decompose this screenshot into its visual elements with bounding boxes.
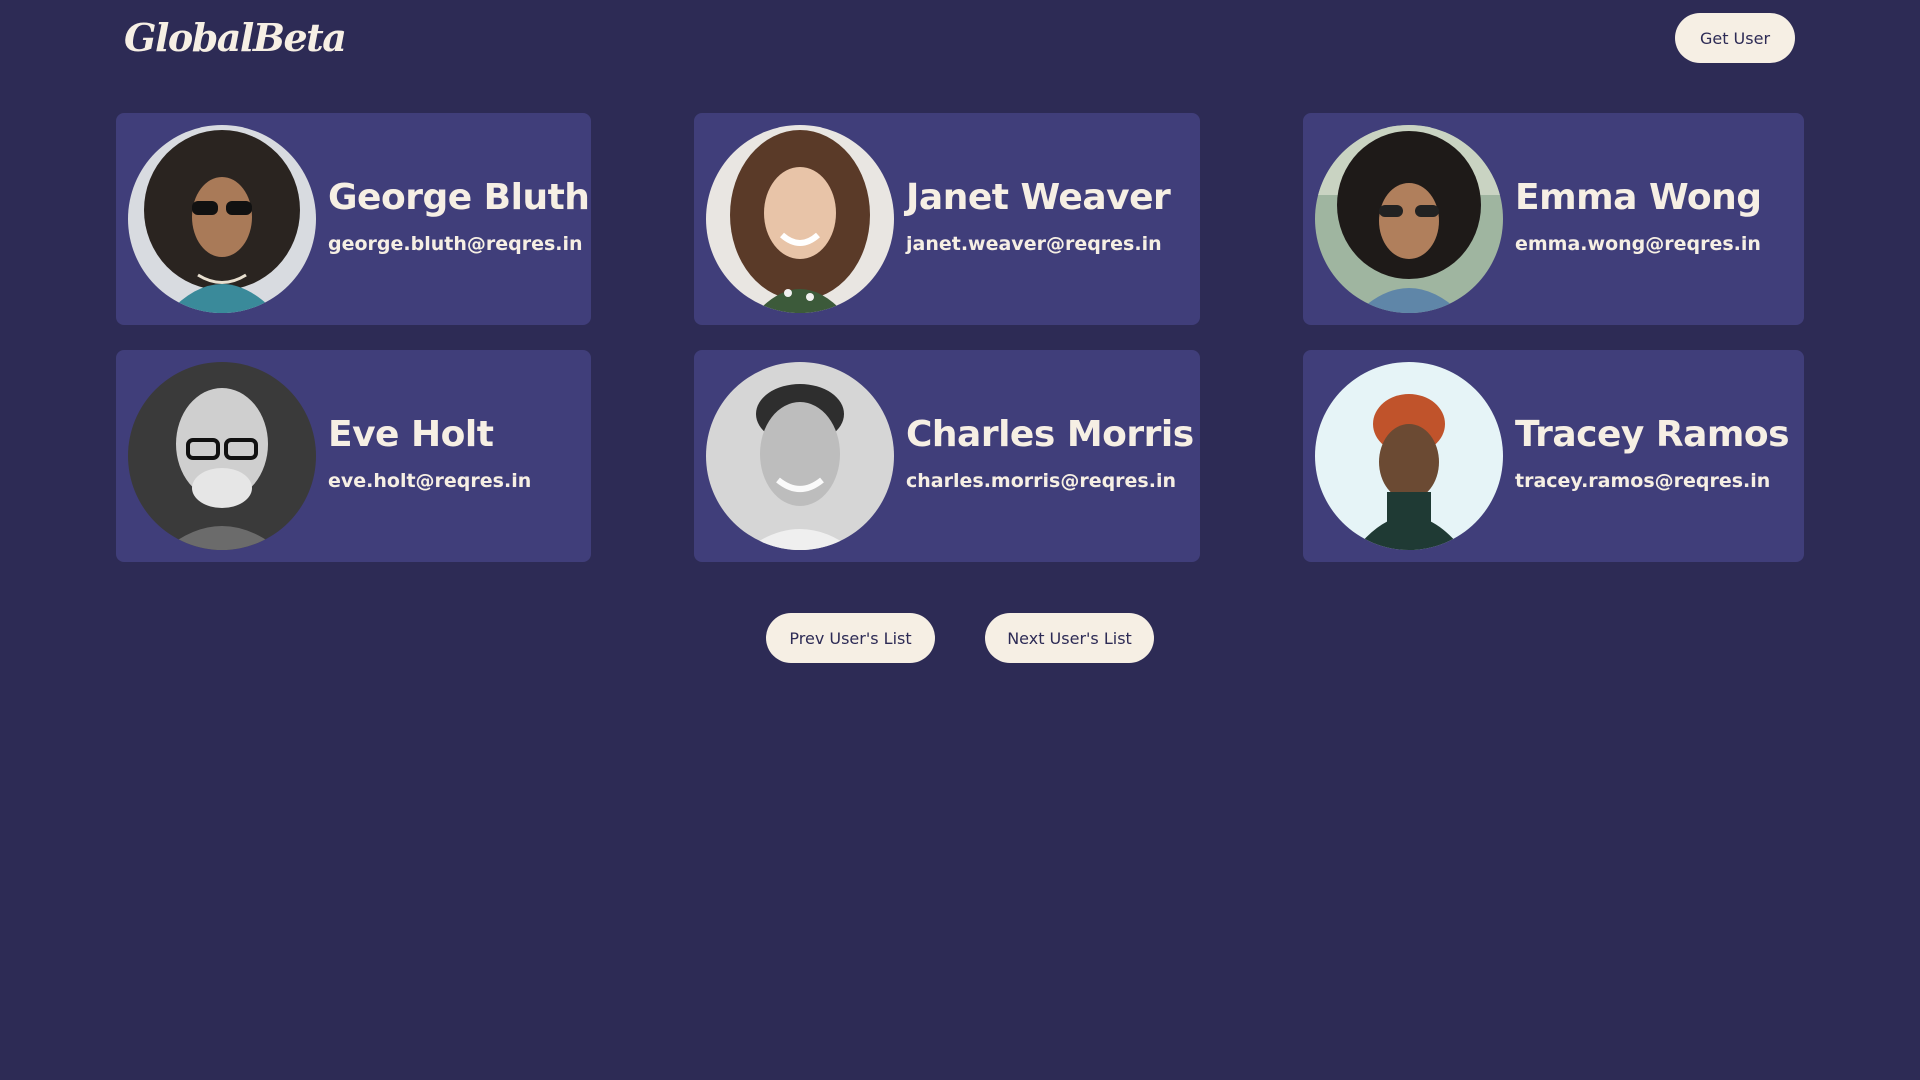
user-card: Charles Morris charles.morris@reqres.in bbox=[694, 350, 1200, 562]
user-name: Janet Weaver bbox=[906, 177, 1171, 218]
avatar bbox=[128, 362, 316, 550]
user-name: Emma Wong bbox=[1515, 177, 1762, 218]
user-name: George Bluth bbox=[328, 177, 590, 218]
user-card: Janet Weaver janet.weaver@reqres.in bbox=[694, 113, 1200, 325]
avatar bbox=[1315, 362, 1503, 550]
next-users-button[interactable]: Next User's List bbox=[985, 613, 1154, 663]
user-email: charles.morris@reqres.in bbox=[906, 470, 1176, 492]
avatar bbox=[128, 125, 316, 313]
user-email: george.bluth@reqres.in bbox=[328, 233, 583, 255]
avatar bbox=[706, 125, 894, 313]
user-card: Eve Holt eve.holt@reqres.in bbox=[116, 350, 591, 562]
avatar bbox=[1315, 125, 1503, 313]
get-user-button[interactable]: Get User bbox=[1675, 13, 1795, 63]
user-photo-icon bbox=[128, 362, 316, 550]
user-photo-icon bbox=[1315, 125, 1503, 313]
user-name: Charles Morris bbox=[906, 414, 1194, 455]
user-email: eve.holt@reqres.in bbox=[328, 470, 532, 492]
user-email: emma.wong@reqres.in bbox=[1515, 233, 1761, 255]
user-name: Eve Holt bbox=[328, 414, 494, 455]
user-photo-icon bbox=[706, 362, 894, 550]
user-email: janet.weaver@reqres.in bbox=[906, 233, 1162, 255]
navbar: GlobalBeta Get User bbox=[0, 0, 1920, 76]
logo[interactable]: GlobalBeta bbox=[124, 10, 347, 66]
user-card: Emma Wong emma.wong@reqres.in bbox=[1303, 113, 1804, 325]
prev-users-button[interactable]: Prev User's List bbox=[766, 613, 935, 663]
user-photo-icon bbox=[128, 125, 316, 313]
user-name: Tracey Ramos bbox=[1515, 414, 1790, 455]
user-card: Tracey Ramos tracey.ramos@reqres.in bbox=[1303, 350, 1804, 562]
avatar bbox=[706, 362, 894, 550]
user-email: tracey.ramos@reqres.in bbox=[1515, 470, 1771, 492]
user-photo-icon bbox=[706, 125, 894, 313]
user-photo-icon bbox=[1315, 362, 1503, 550]
user-card: George Bluth george.bluth@reqres.in bbox=[116, 113, 591, 325]
